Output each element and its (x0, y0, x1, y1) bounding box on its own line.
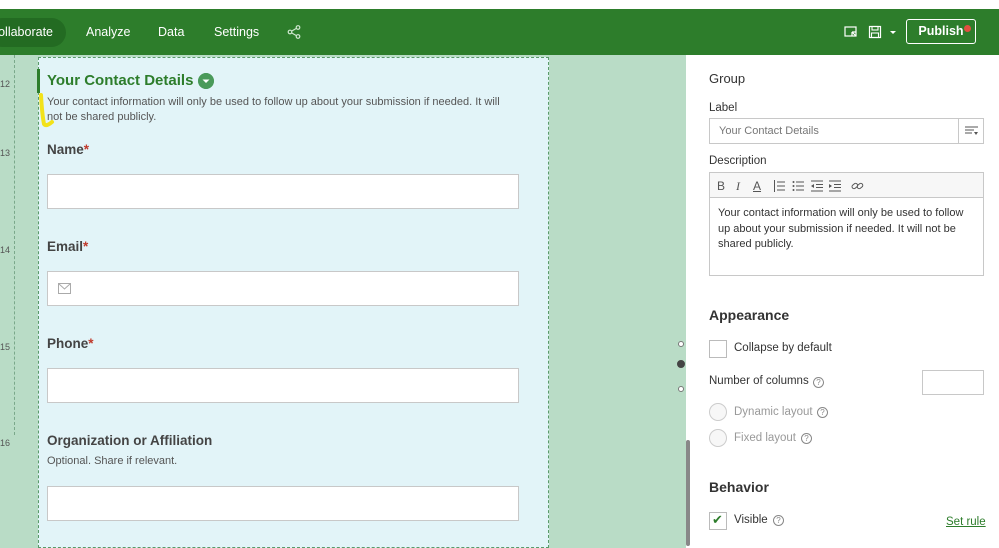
list-options-icon (965, 126, 978, 135)
panel-scrollbar[interactable] (686, 440, 690, 546)
dropdown-caret-icon[interactable] (888, 25, 898, 39)
dynamic-layout-radio[interactable] (709, 403, 727, 421)
row-number: 14 (0, 245, 11, 255)
font-color-button[interactable]: A (753, 179, 761, 193)
link-icon[interactable] (851, 180, 864, 192)
nav-tab-analyze[interactable]: Analyze (86, 25, 130, 39)
top-toolbar: Collaborate Analyze Data Settings Publis… (0, 9, 999, 55)
field-label-text: Email (47, 239, 84, 254)
name-input[interactable] (47, 174, 519, 209)
description-heading: Description (709, 155, 767, 167)
collapse-label: Collapse by default (734, 342, 832, 354)
label-input[interactable]: Your Contact Details (709, 118, 959, 144)
panel-section-title: Group (709, 71, 746, 86)
nav-tab-data[interactable]: Data (158, 25, 184, 39)
help-icon[interactable]: ? (813, 377, 824, 388)
field-label-text: Name (47, 142, 84, 157)
section-nav-dot-active[interactable] (677, 360, 685, 368)
description-editor[interactable]: Your contact information will only be us… (709, 197, 984, 276)
required-mark: * (88, 336, 94, 351)
help-icon[interactable]: ? (801, 433, 812, 444)
fixed-layout-label: Fixed layout (734, 432, 797, 444)
row-number: 13 (0, 148, 11, 158)
section-nav-dot[interactable] (678, 341, 684, 347)
annotation-mark (39, 93, 54, 128)
group-description: Your contact information will only be us… (47, 96, 500, 123)
preview-icon[interactable] (844, 25, 858, 39)
save-icon[interactable] (868, 25, 882, 39)
field-label-text: Phone (47, 336, 89, 351)
help-icon[interactable]: ? (817, 407, 828, 418)
share-icon[interactable] (287, 25, 301, 39)
email-input[interactable] (47, 271, 519, 306)
phone-input[interactable] (47, 368, 519, 403)
numbered-list-icon[interactable] (773, 180, 785, 192)
row-number: 15 (0, 342, 11, 352)
field-label-organization: Organization or Affiliation (47, 433, 213, 448)
rich-text-toolbar: B I A (709, 172, 984, 198)
indent-icon[interactable] (829, 180, 841, 192)
label-options-button[interactable] (958, 118, 984, 144)
bullet-list-icon[interactable] (792, 180, 804, 192)
nav-tab-settings[interactable]: Settings (214, 25, 259, 39)
gutter-divider (14, 55, 15, 435)
group-title[interactable]: Your Contact Details (47, 72, 193, 89)
collapse-chevron-icon[interactable] (198, 73, 214, 89)
label-heading: Label (709, 102, 738, 114)
organization-input[interactable] (47, 486, 519, 521)
field-label-email: Email* (47, 239, 88, 254)
columns-label: Number of columns (709, 375, 809, 387)
fixed-layout-radio[interactable] (709, 429, 727, 447)
publish-status-dot (964, 25, 971, 32)
field-hint: Optional. Share if relevant. (47, 455, 178, 467)
visible-label: Visible (734, 514, 768, 526)
help-icon[interactable]: ? (773, 515, 784, 526)
mail-icon (58, 283, 71, 294)
collapse-checkbox[interactable] (709, 340, 727, 358)
bold-button[interactable]: B (717, 179, 725, 193)
outdent-icon[interactable] (811, 180, 823, 192)
behavior-heading: Behavior (709, 479, 769, 495)
nav-tab-collaborate[interactable]: Collaborate (0, 18, 66, 47)
group-selected-indicator (37, 69, 40, 93)
required-mark: * (83, 239, 89, 254)
row-number: 12 (0, 79, 11, 89)
appearance-heading: Appearance (709, 307, 790, 323)
required-mark: * (83, 142, 90, 157)
dynamic-layout-label: Dynamic layout (734, 406, 813, 418)
columns-input[interactable] (922, 370, 984, 395)
italic-button[interactable]: I (736, 179, 740, 194)
field-label-name: Name* (47, 142, 89, 157)
section-nav-dot[interactable] (678, 386, 684, 392)
field-label-phone: Phone* (47, 336, 94, 351)
row-number: 16 (0, 438, 11, 448)
set-rule-link[interactable]: Set rule (946, 516, 986, 528)
visible-checkbox[interactable] (709, 512, 727, 530)
